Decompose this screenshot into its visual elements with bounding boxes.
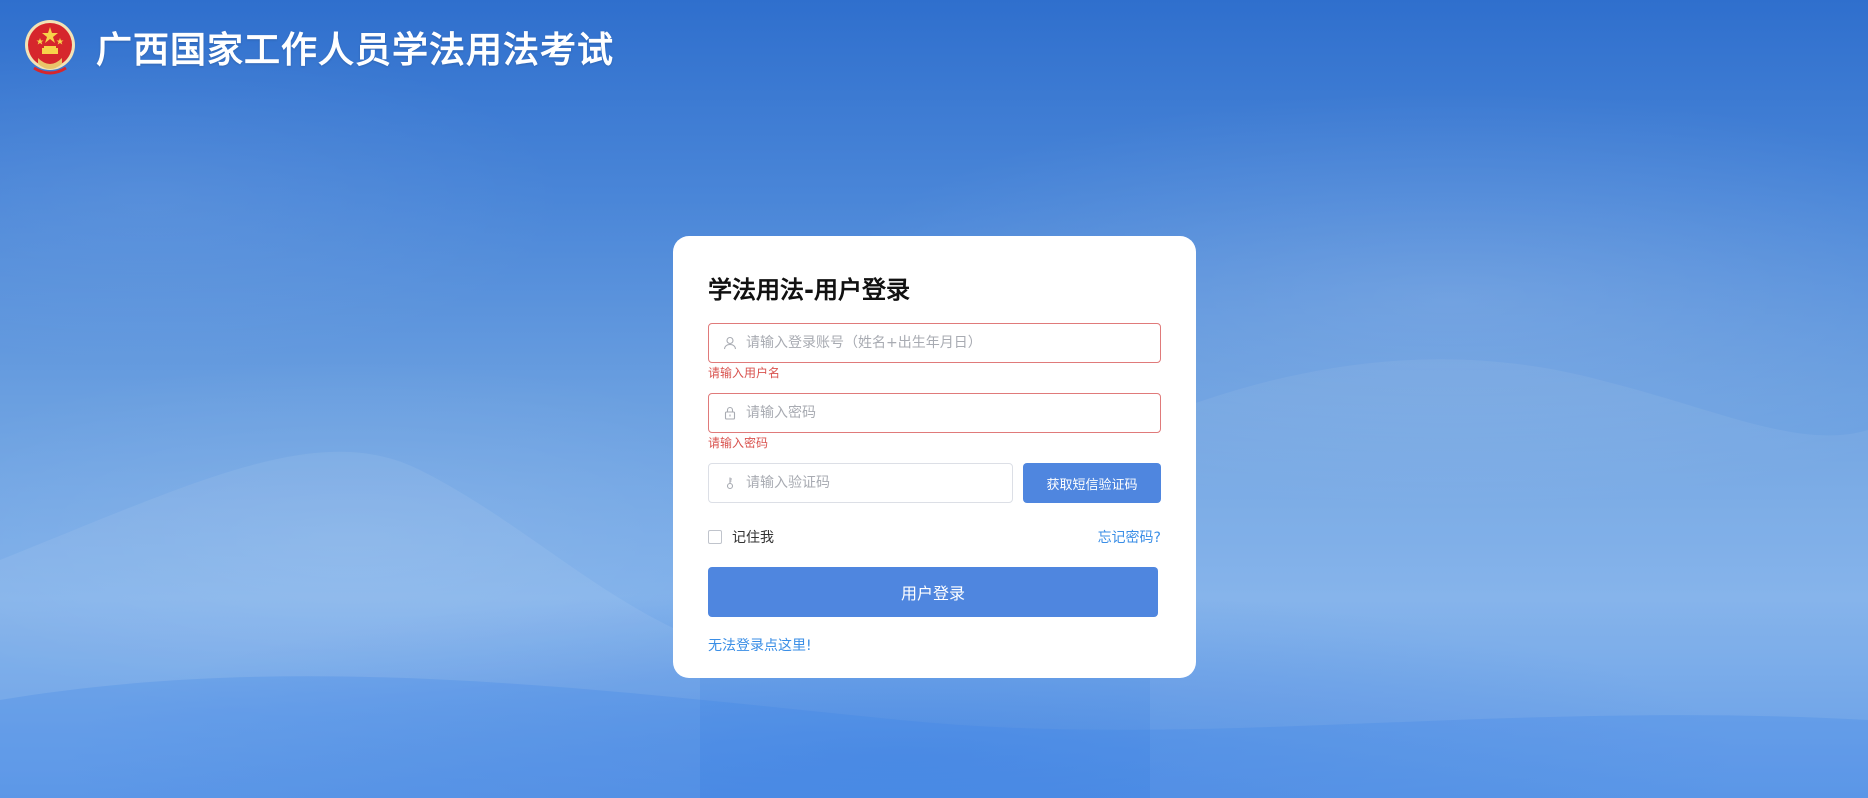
password-error: 请输入密码 [708,436,769,450]
get-sms-code-button[interactable]: 获取短信验证码 [1023,463,1161,503]
remember-me-checkbox[interactable] [708,530,722,544]
password-input[interactable] [746,395,1160,431]
lock-icon [724,406,736,420]
cannot-login-link[interactable]: 无法登录点这里! [708,635,812,655]
verify-code-field[interactable] [708,463,1013,503]
forgot-password-link[interactable]: 忘记密码? [1098,527,1161,547]
username-input[interactable] [746,325,1160,361]
site-header: 广西国家工作人员学法用法考试 [24,18,614,76]
key-icon [726,477,734,490]
login-card: 学法用法-用户登录 请输入用户名 请输入密码 获取短信验证码 [673,236,1196,678]
password-field[interactable] [708,393,1161,433]
site-title: 广西国家工作人员学法用法考试 [96,30,615,71]
username-error: 请输入用户名 [708,366,781,380]
remember-row: 记住我 忘记密码? [708,527,1161,547]
login-button[interactable]: 用户登录 [708,567,1158,617]
national-emblem-icon [25,20,75,75]
remember-me-label: 记住我 [732,530,774,546]
verify-code-input[interactable] [746,465,1012,501]
remember-me[interactable]: 记住我 [708,527,774,547]
login-title: 学法用法-用户登录 [708,276,910,304]
user-icon [723,336,737,350]
verify-code-row: 获取短信验证码 [708,463,1161,503]
username-field[interactable] [708,323,1161,363]
